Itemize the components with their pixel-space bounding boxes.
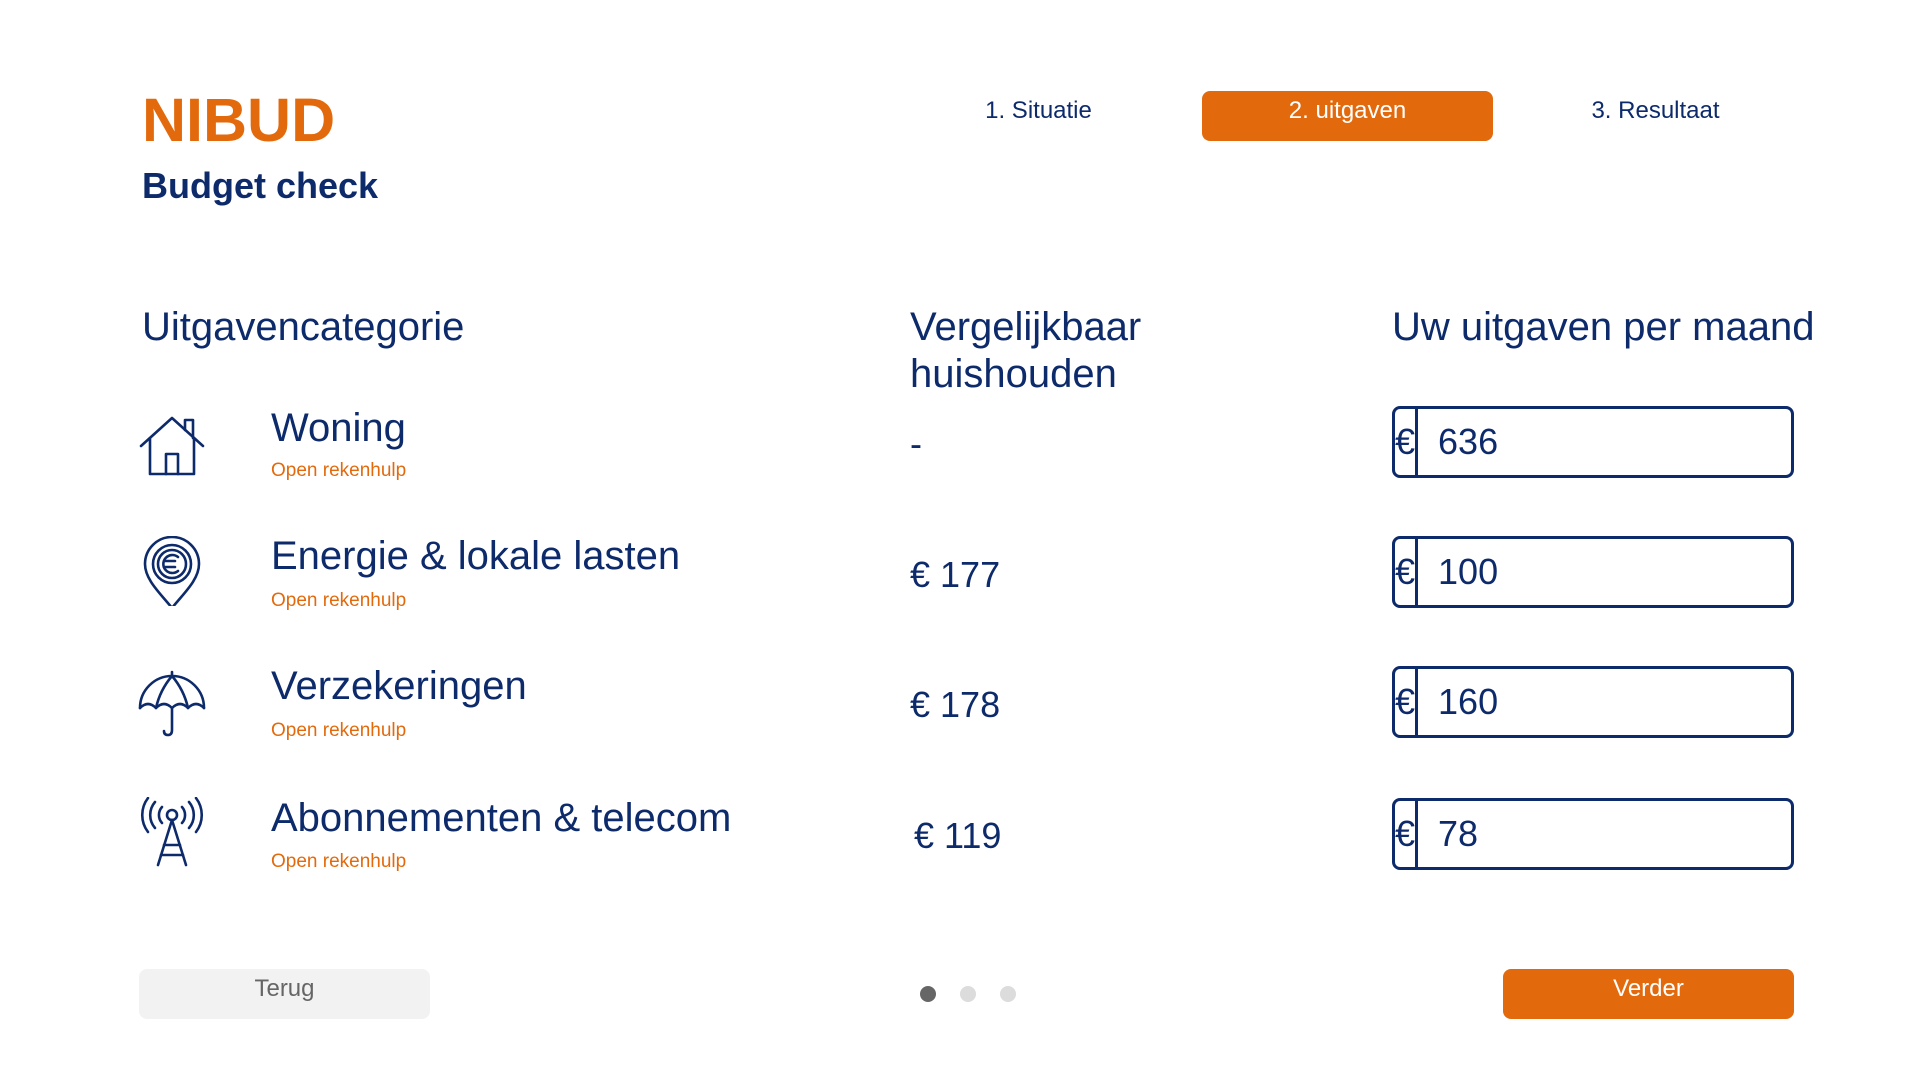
- brand-logo: NIBUD: [142, 86, 336, 154]
- row-label-woning: Woning: [271, 406, 406, 450]
- amount-input-woning[interactable]: [1418, 409, 1906, 475]
- column-header-comparable: Vergelijkbaar huishouden: [910, 305, 1142, 397]
- house-icon: [137, 410, 207, 480]
- comparable-value-abonnementen: € 119: [914, 815, 1002, 856]
- amount-field-woning: €: [1392, 406, 1906, 478]
- row-label-verzekeringen: Verzekeringen: [271, 664, 527, 708]
- pagination-dot-3[interactable]: [1000, 986, 1016, 1002]
- euro-prefix: €: [1395, 669, 1419, 735]
- column-header-own-expenses: Uw uitgaven per maand: [1392, 305, 1815, 349]
- expense-row-verzekeringen: Verzekeringen Open rekenhulp € 178 €: [0, 666, 1920, 776]
- expense-row-abonnementen: Abonnementen & telecom Open rekenhulp € …: [0, 796, 1920, 907]
- column-header-category: Uitgavencategorie: [142, 305, 465, 349]
- amount-field-verzekeringen: €: [1392, 666, 1906, 738]
- amount-input-abonnementen[interactable]: [1418, 801, 1906, 867]
- comparable-value-energie: € 177: [910, 554, 1001, 595]
- comparable-value-woning: -: [910, 423, 922, 464]
- open-rekenhulp-link-verzekeringen[interactable]: Open rekenhulp: [271, 721, 406, 740]
- amount-field-energie: €: [1392, 536, 1906, 608]
- page-subtitle: Budget check: [142, 165, 379, 206]
- next-button[interactable]: Verder: [1503, 969, 1794, 1019]
- open-rekenhulp-link-woning[interactable]: Open rekenhulp: [271, 461, 406, 480]
- budget-check-page: NIBUD Budget check 1. Situatie 2. uitgav…: [0, 0, 1920, 1080]
- open-rekenhulp-link-energie[interactable]: Open rekenhulp: [271, 591, 406, 610]
- umbrella-icon: [137, 668, 207, 738]
- comparable-value-verzekeringen: € 178: [910, 684, 1001, 725]
- back-button[interactable]: Terug: [139, 969, 430, 1019]
- step-situatie[interactable]: 1. Situatie: [893, 91, 1184, 141]
- expense-row-woning: Woning Open rekenhulp - €: [0, 406, 1920, 516]
- step-uitgaven[interactable]: 2. uitgaven: [1202, 91, 1493, 141]
- row-label-energie: Energie & lokale lasten: [271, 534, 681, 578]
- open-rekenhulp-link-abonnementen[interactable]: Open rekenhulp: [271, 852, 406, 871]
- amount-input-verzekeringen[interactable]: [1418, 669, 1906, 735]
- euro-prefix: €: [1395, 409, 1419, 475]
- amount-field-abonnementen: €: [1392, 798, 1906, 870]
- amount-input-energie[interactable]: [1418, 539, 1906, 605]
- expense-row-energie: Energie & lokale lasten Open rekenhulp €…: [0, 534, 1920, 646]
- pagination-dot-2[interactable]: [960, 986, 976, 1002]
- euro-pin-icon: [137, 535, 207, 610]
- antenna-tower-icon: [137, 796, 207, 867]
- euro-prefix: €: [1395, 801, 1419, 867]
- row-label-abonnementen: Abonnementen & telecom: [271, 796, 732, 840]
- pagination-dot-1[interactable]: [920, 986, 936, 1002]
- euro-prefix: €: [1395, 539, 1419, 605]
- step-resultaat[interactable]: 3. Resultaat: [1510, 91, 1801, 141]
